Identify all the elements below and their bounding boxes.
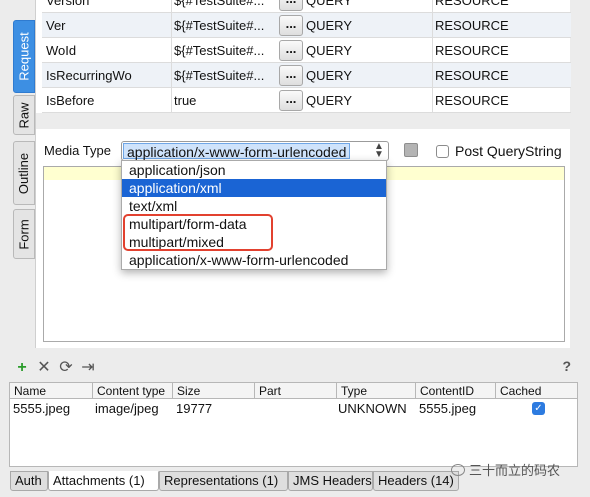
param-name[interactable]: IsBefore bbox=[46, 88, 171, 113]
tab-outline[interactable]: Outline bbox=[13, 141, 35, 205]
watermark: 三十而立的码农 bbox=[451, 460, 560, 479]
post-querystring-label: Post QueryString bbox=[455, 143, 562, 159]
reload-attachment-icon[interactable]: ⟳ bbox=[57, 359, 75, 377]
param-value[interactable]: ${#TestSuite#... bbox=[174, 63, 274, 88]
param-level[interactable]: RESOURCE bbox=[435, 38, 555, 63]
param-row[interactable]: Ver ${#TestSuite#... ... QUERY RESOURCE bbox=[42, 13, 571, 38]
param-edit-button[interactable]: ... bbox=[279, 65, 303, 86]
param-row[interactable]: IsBefore true ... QUERY RESOURCE bbox=[42, 88, 571, 113]
tab-form-label: Form bbox=[16, 218, 32, 250]
column-header-part[interactable]: Part bbox=[255, 383, 337, 399]
attachment-type: UNKNOWN bbox=[338, 401, 407, 416]
param-row[interactable]: IsRecurringWo ${#TestSuite#... ... QUERY… bbox=[42, 63, 571, 88]
export-attachment-icon[interactable]: ⇥ bbox=[79, 359, 97, 377]
param-value[interactable]: ${#TestSuite#... bbox=[174, 0, 274, 13]
media-type-label: Media Type bbox=[44, 143, 111, 158]
media-type-option[interactable]: application/json bbox=[122, 161, 386, 179]
attachment-content-type: image/jpeg bbox=[95, 401, 159, 416]
table-row[interactable]: 5555.jpeg image/jpeg 19777 UNKNOWN 5555.… bbox=[10, 400, 577, 417]
param-edit-button[interactable]: ... bbox=[279, 0, 303, 11]
tab-attachments[interactable]: Attachments (1) bbox=[48, 471, 159, 491]
param-name[interactable]: IsRecurringWo bbox=[46, 63, 171, 88]
request-bottom-tabs: Auth Attachments (1) Representations (1)… bbox=[10, 471, 490, 491]
tab-form[interactable]: Form bbox=[13, 209, 35, 259]
annotation-highlight-box bbox=[123, 214, 273, 251]
param-level[interactable]: RESOURCE bbox=[435, 13, 555, 38]
tab-outline-label: Outline bbox=[16, 152, 32, 194]
tab-headers[interactable]: Headers (14) bbox=[373, 471, 459, 491]
post-querystring-checkbox[interactable] bbox=[436, 145, 449, 158]
param-level[interactable]: RESOURCE bbox=[435, 88, 555, 113]
param-row[interactable]: WoId ${#TestSuite#... ... QUERY RESOURCE bbox=[42, 38, 571, 63]
param-name[interactable]: Ver bbox=[46, 13, 171, 38]
param-edit-button[interactable]: ... bbox=[279, 15, 303, 36]
param-value[interactable]: ${#TestSuite#... bbox=[174, 13, 274, 38]
column-divider bbox=[171, 0, 172, 113]
updown-arrows-icon: ▲ ▼ bbox=[374, 141, 384, 160]
param-row[interactable]: Version ${#TestSuite#... ... QUERY RESOU… bbox=[42, 0, 571, 13]
param-value[interactable]: true bbox=[174, 88, 274, 113]
cached-checkbox[interactable]: ✓ bbox=[532, 402, 545, 415]
param-edit-button[interactable]: ... bbox=[279, 40, 303, 61]
tab-auth[interactable]: Auth bbox=[10, 471, 48, 491]
param-level[interactable]: RESOURCE bbox=[435, 0, 555, 13]
param-level[interactable]: RESOURCE bbox=[435, 63, 555, 88]
param-style[interactable]: QUERY bbox=[306, 13, 426, 38]
attachments-table: Name Content type Size Part Type Content… bbox=[9, 382, 578, 467]
media-type-selected-value: application/x-www-form-urlencoded bbox=[123, 143, 351, 160]
media-type-option[interactable]: text/xml bbox=[122, 197, 386, 215]
attachments-toolbar: + ✕ ⟳ ⇥ ? bbox=[11, 358, 581, 378]
tab-raw-label: Raw bbox=[16, 101, 32, 129]
section-divider bbox=[36, 113, 571, 129]
wechat-icon bbox=[451, 464, 465, 476]
column-header-type[interactable]: Type bbox=[337, 383, 416, 399]
param-value[interactable]: ${#TestSuite#... bbox=[174, 38, 274, 63]
column-header-content-id[interactable]: ContentID bbox=[416, 383, 496, 399]
attachment-part[interactable] bbox=[255, 400, 258, 417]
attachment-size: 19777 bbox=[176, 401, 213, 416]
param-style[interactable]: QUERY bbox=[306, 88, 426, 113]
param-style[interactable]: QUERY bbox=[306, 38, 426, 63]
param-edit-button[interactable]: ... bbox=[279, 90, 303, 111]
column-header-content-type[interactable]: Content type bbox=[93, 383, 173, 399]
column-header-cached[interactable]: Cached bbox=[496, 383, 577, 399]
attachments-table-header: Name Content type Size Part Type Content… bbox=[10, 383, 577, 399]
column-divider bbox=[432, 0, 433, 113]
param-name[interactable]: WoId bbox=[46, 38, 171, 63]
media-type-options-icon[interactable] bbox=[404, 143, 418, 157]
tab-representations[interactable]: Representations (1) bbox=[159, 471, 288, 491]
column-header-name[interactable]: Name bbox=[10, 383, 93, 399]
tab-request[interactable]: Request bbox=[13, 20, 35, 93]
media-type-option[interactable]: application/x-www-form-urlencoded bbox=[122, 251, 386, 269]
param-style[interactable]: QUERY bbox=[306, 0, 426, 13]
remove-attachment-icon[interactable]: ✕ bbox=[35, 359, 53, 377]
watermark-text: 三十而立的码农 bbox=[469, 463, 561, 478]
help-icon[interactable]: ? bbox=[562, 358, 571, 374]
column-header-size[interactable]: Size bbox=[173, 383, 255, 399]
attachment-name: 5555.jpeg bbox=[13, 401, 71, 416]
soapui-request-window: Request Raw Outline Form Version ${#Test… bbox=[0, 0, 590, 497]
attachment-content-id: 5555.jpeg bbox=[419, 401, 477, 416]
param-style[interactable]: QUERY bbox=[306, 63, 426, 88]
param-name[interactable]: Version bbox=[46, 0, 171, 13]
tab-jms-headers[interactable]: JMS Headers bbox=[288, 471, 373, 491]
media-type-option-highlighted[interactable]: application/xml bbox=[122, 179, 386, 197]
tab-raw[interactable]: Raw bbox=[13, 95, 35, 135]
tab-request-label: Request bbox=[16, 32, 32, 81]
media-type-select[interactable]: application/x-www-form-urlencoded ▲ ▼ bbox=[121, 141, 389, 161]
add-attachment-icon[interactable]: + bbox=[13, 359, 31, 377]
